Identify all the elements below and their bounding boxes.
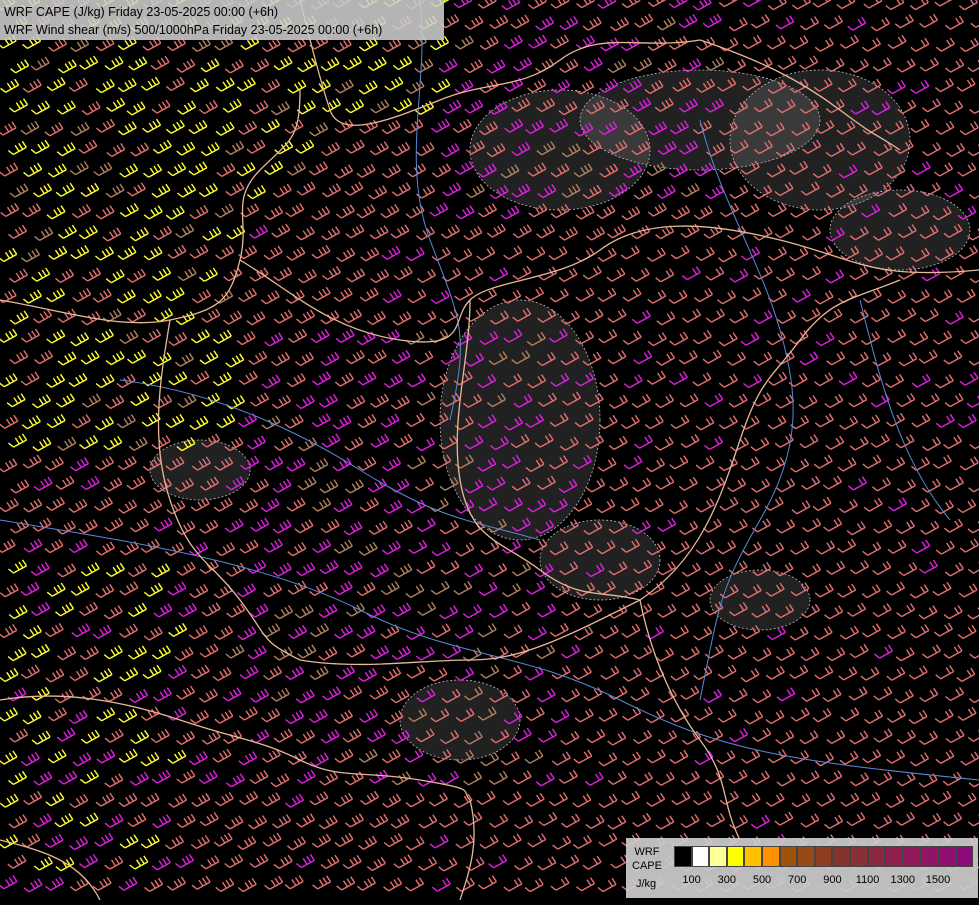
weather-map[interactable] [0,0,979,901]
legend-swatch [885,846,903,867]
legend-swatch [797,846,815,867]
cape-legend: WRF CAPE J/kg 100 300 500 700 900 1100 1300 150… [626,838,978,898]
legend-swatch [674,846,692,867]
legend-swatch [832,846,850,867]
legend-swatch [709,846,727,867]
cape-title: WRF CAPE (J/kg) Friday 23-05-2025 00:00 … [4,5,279,19]
legend-model-label: WRF [634,846,660,858]
legend-tick: 900 [823,874,842,886]
legend-swatch [779,846,798,867]
legend-swatch [937,846,956,867]
legend-swatch [902,846,921,867]
wind-shear-barb-field [0,0,979,901]
cape-contour [149,439,251,501]
map-title-box: WRF CAPE (J/kg) Friday 23-05-2025 00:00 … [0,0,444,40]
legend-swatch [955,846,974,867]
legend-swatch [726,846,745,867]
legend-tick: 700 [788,874,807,886]
cape-contour [829,189,971,271]
legend-tick-labels: 100 300 500 700 900 1100 1300 1500 [674,874,974,888]
legend-swatch [691,846,710,867]
legend-tick: 1500 [925,874,951,886]
legend-swatch [814,846,833,867]
legend-tick: 1100 [855,874,880,886]
legend-swatch [849,846,868,867]
legend-names: WRF CAPE [632,845,662,873]
legend-tick: 100 [682,874,701,886]
legend-tick: 1300 [890,874,916,886]
legend-swatch [761,846,780,867]
legend-swatch [744,846,762,867]
legend-color-scale [674,846,974,867]
legend-tick: 500 [752,874,772,886]
legend-tick: 300 [717,874,736,886]
wind-shear-title: WRF Wind shear (m/s) 500/1000hPa Friday … [4,23,383,37]
legend-field-label: CAPE [632,860,662,872]
legend-swatch [867,846,886,867]
legend-swatch [920,846,938,867]
legend-unit-label: J/kg [636,878,657,890]
cape-contour [709,569,811,631]
